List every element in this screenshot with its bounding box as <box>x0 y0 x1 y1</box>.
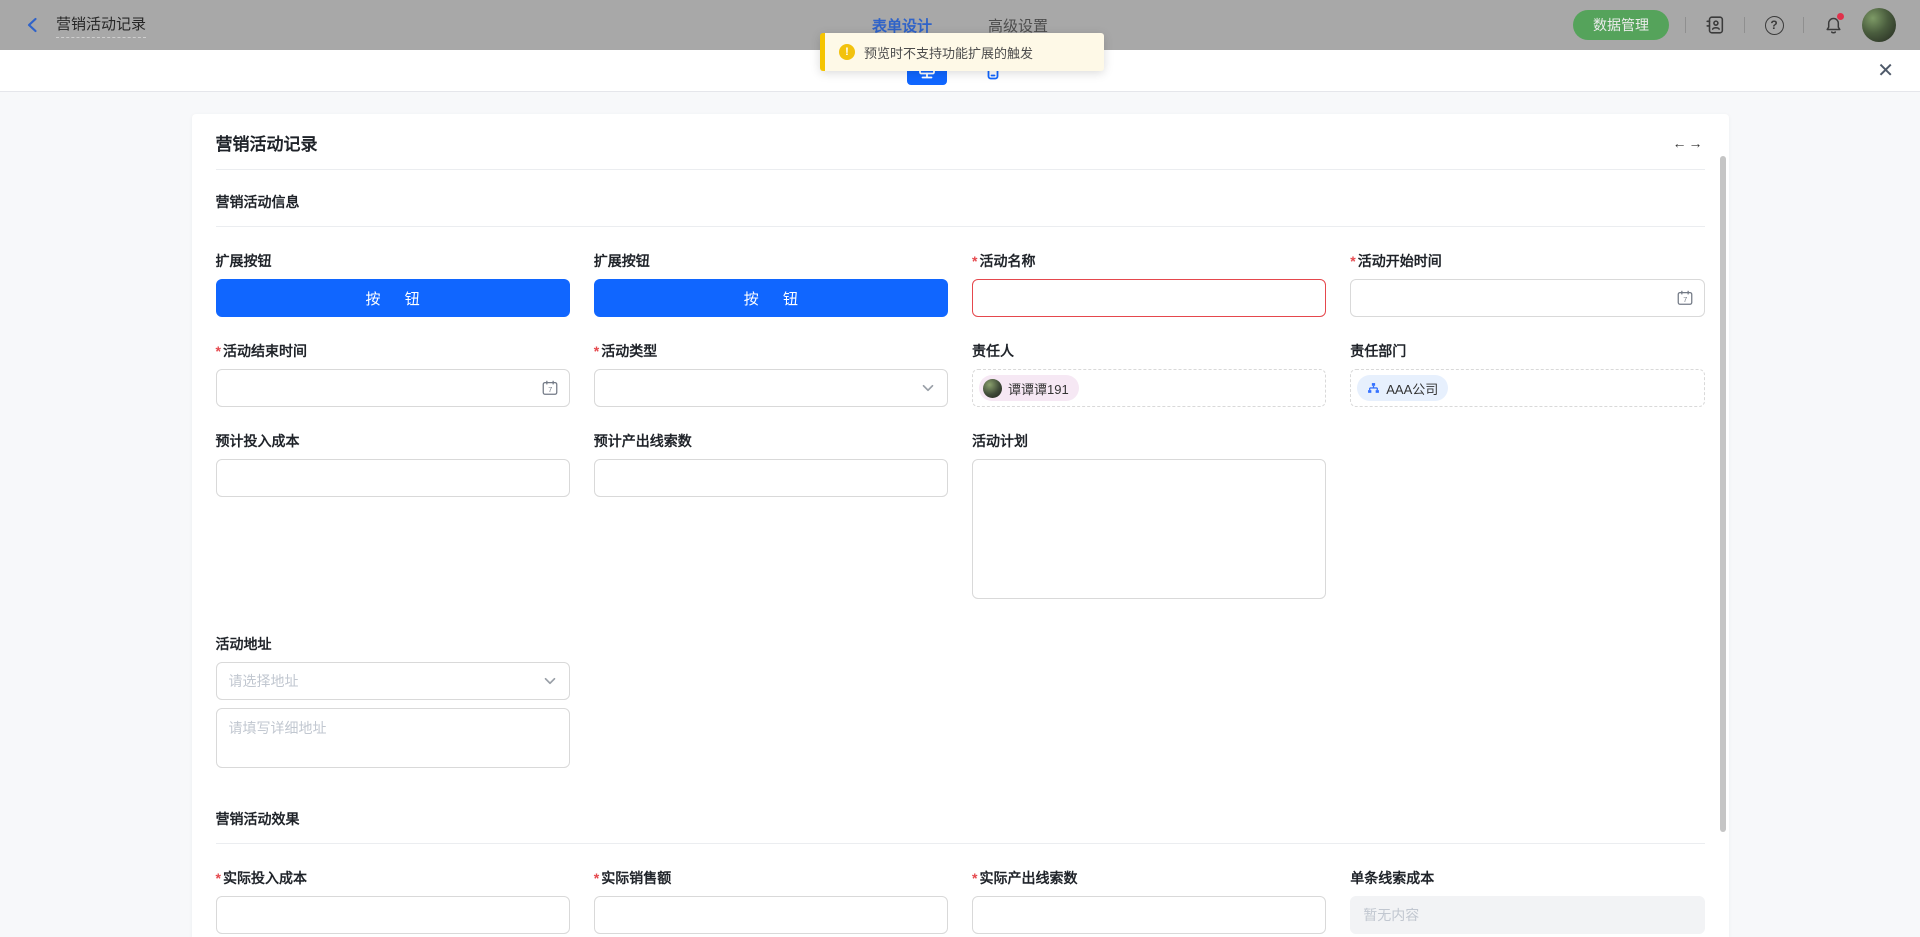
required-mark: * <box>1350 253 1355 269</box>
department-tag: AAA公司 <box>1357 375 1448 401</box>
required-mark: * <box>972 870 977 886</box>
address-select[interactable] <box>216 662 570 700</box>
scrollbar-thumb[interactable] <box>1720 156 1726 832</box>
required-mark: * <box>594 870 599 886</box>
field-label: 活动开始时间 <box>1358 253 1442 269</box>
field-label: 扩展按钮 <box>594 251 948 271</box>
field-est-cost: 预计投入成本 <box>216 431 570 604</box>
form-row: 预计投入成本 预计产出线索数 活动计划 <box>216 431 1705 604</box>
field-activity-type: *活动类型 <box>594 341 948 407</box>
chevron-down-icon <box>919 379 937 397</box>
extension-button-2[interactable]: 按 钮 <box>594 279 948 317</box>
owner-name: 谭谭谭191 <box>1008 379 1069 398</box>
department-name: AAA公司 <box>1386 379 1438 398</box>
field-address: 活动地址 <box>216 634 570 773</box>
field-label: 单条线索成本 <box>1350 868 1704 888</box>
contact-book-icon[interactable] <box>1702 12 1728 38</box>
field-label: 活动结束时间 <box>223 343 307 359</box>
bell-icon[interactable] <box>1820 12 1846 38</box>
divider <box>1685 17 1686 33</box>
warning-icon: ! <box>839 44 855 60</box>
field-department: 责任部门 <box>1350 341 1704 407</box>
section-activity-effect: 营销活动效果 <box>216 787 1705 844</box>
start-time-input[interactable] <box>1350 279 1704 317</box>
actual-cost-input[interactable] <box>216 896 570 934</box>
field-actual-leads: *实际产出线索数 <box>972 868 1326 934</box>
svg-text:7: 7 <box>1683 295 1687 304</box>
calendar-icon: 7 <box>1676 289 1694 307</box>
field-label: 实际销售额 <box>601 870 671 886</box>
notification-dot <box>1837 13 1844 20</box>
field-label: 实际产出线索数 <box>979 870 1077 886</box>
form-row: *实际投入成本 *实际销售额 *实际产出线索数 单条线索成本 <box>216 868 1705 934</box>
close-icon[interactable]: ✕ <box>1877 59 1894 83</box>
page-title: 营销活动记录 <box>56 13 146 38</box>
field-label: 扩展按钮 <box>216 251 570 271</box>
owner-picker[interactable]: 谭谭谭191 <box>972 369 1326 407</box>
svg-text:7: 7 <box>548 385 552 394</box>
form-row: 扩展按钮 按 钮 扩展按钮 按 钮 *活动名称 *活动开始时间 <box>216 251 1705 317</box>
est-cost-input[interactable] <box>216 459 570 497</box>
plan-textarea[interactable] <box>972 459 1326 599</box>
field-label: 责任部门 <box>1350 341 1704 361</box>
address-detail-textarea[interactable] <box>216 708 570 768</box>
back-button[interactable] <box>24 16 42 34</box>
field-label: 活动计划 <box>972 431 1326 451</box>
field-label: 预计产出线索数 <box>594 431 948 451</box>
field-label: 实际投入成本 <box>223 870 307 886</box>
owner-tag: 谭谭谭191 <box>979 375 1079 401</box>
field-activity-name: *活动名称 <box>972 251 1326 317</box>
form-row: *活动结束时间 7 *活动类型 <box>216 341 1705 407</box>
field-start-time: *活动开始时间 7 <box>1350 251 1704 317</box>
calendar-icon: 7 <box>541 379 559 397</box>
empty-cell <box>1350 431 1704 604</box>
field-plan: 活动计划 <box>972 431 1326 604</box>
field-owner: 责任人 谭谭谭191 <box>972 341 1326 407</box>
actual-leads-input[interactable] <box>972 896 1326 934</box>
end-time-input[interactable] <box>216 369 570 407</box>
toast-warning: ! 预览时不支持功能扩展的触发 <box>820 33 1104 71</box>
avatar[interactable] <box>1862 8 1896 42</box>
org-chart-icon <box>1367 382 1380 395</box>
est-leads-input[interactable] <box>594 459 948 497</box>
chevron-down-icon <box>541 672 559 690</box>
field-ext-button-1: 扩展按钮 按 钮 <box>216 251 570 317</box>
divider <box>1803 17 1804 33</box>
field-label: 活动地址 <box>216 634 570 654</box>
activity-type-select[interactable] <box>594 369 948 407</box>
cost-per-lead-input <box>1350 896 1704 934</box>
field-est-leads: 预计产出线索数 <box>594 431 948 604</box>
required-mark: * <box>216 870 221 886</box>
activity-name-input[interactable] <box>972 279 1326 317</box>
required-mark: * <box>972 253 977 269</box>
extension-button-1[interactable]: 按 钮 <box>216 279 570 317</box>
required-mark: * <box>594 343 599 359</box>
field-label: 活动类型 <box>601 343 657 359</box>
owner-avatar <box>983 379 1002 398</box>
help-icon[interactable]: ? <box>1761 12 1787 38</box>
form-panel: 营销活动记录 ←→ 营销活动信息 扩展按钮 按 钮 扩展按钮 按 钮 *活动名称 <box>192 114 1729 937</box>
field-label: 责任人 <box>972 341 1326 361</box>
section-activity-info: 营销活动信息 <box>216 170 1705 227</box>
expand-width-icon[interactable]: ←→ <box>1673 135 1705 151</box>
field-label: 预计投入成本 <box>216 431 570 451</box>
topbar-actions: 数据管理 ? <box>1573 8 1896 42</box>
toast-message: 预览时不支持功能扩展的触发 <box>864 43 1033 62</box>
form-title: 营销活动记录 <box>216 130 318 155</box>
actual-sales-input[interactable] <box>594 896 948 934</box>
field-ext-button-2: 扩展按钮 按 钮 <box>594 251 948 317</box>
field-end-time: *活动结束时间 7 <box>216 341 570 407</box>
field-cost-per-lead: 单条线索成本 <box>1350 868 1704 934</box>
data-manage-button[interactable]: 数据管理 <box>1573 10 1669 40</box>
panel-header: 营销活动记录 ←→ <box>216 114 1705 170</box>
field-actual-sales: *实际销售额 <box>594 868 948 934</box>
back-chevron-icon <box>24 16 42 34</box>
required-mark: * <box>216 343 221 359</box>
field-label: 活动名称 <box>979 253 1035 269</box>
department-picker[interactable]: AAA公司 <box>1350 369 1704 407</box>
field-actual-cost: *实际投入成本 <box>216 868 570 934</box>
divider <box>1744 17 1745 33</box>
content-area: 营销活动记录 ←→ 营销活动信息 扩展按钮 按 钮 扩展按钮 按 钮 *活动名称 <box>0 114 1920 937</box>
